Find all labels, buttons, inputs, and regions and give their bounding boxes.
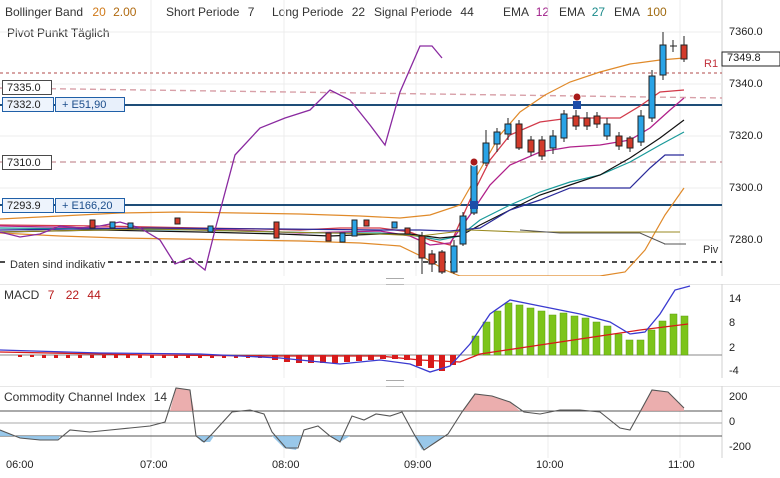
cci-tick-200: 200 — [729, 391, 748, 403]
macd-tick-2: 2 — [729, 342, 736, 354]
time-tick-1100: 11:00 — [668, 459, 695, 471]
r1-label: R1 — [704, 58, 719, 70]
entry-marker-icon[interactable] — [469, 157, 479, 167]
price-tick-7360: 7360.0 — [729, 26, 763, 38]
price-tick-7300: 7300.0 — [729, 182, 763, 194]
ema-27-line — [0, 131, 685, 241]
ema-12-line — [0, 97, 685, 246]
position-pl-7332[interactable]: + E51,90 — [55, 97, 125, 112]
signal-line — [0, 154, 684, 232]
macd-chart-svg — [0, 284, 780, 378]
position-tag-7293[interactable]: 7293.9 — [2, 198, 54, 213]
position-pl-7293[interactable]: + E166,20 — [55, 198, 125, 213]
order-tag-7310[interactable]: 7310.0 — [2, 155, 52, 170]
piv-label: Piv — [703, 244, 719, 256]
time-tick-0700: 07:00 — [140, 459, 168, 471]
macd-label[interactable]: MACD 7 22 44 — [4, 288, 101, 302]
price-tick-7320: 7320.0 — [729, 130, 763, 142]
price-chart-svg — [0, 0, 780, 276]
macd-tick-8: 8 — [729, 317, 736, 329]
price-tick-7280: 7280.0 — [729, 234, 763, 246]
price-tick-7340: 7340.0 — [729, 78, 763, 90]
position-tag-7332[interactable]: 7332.0 — [2, 97, 54, 112]
candlesticks — [89, 32, 688, 274]
time-tick-1000: 10:00 — [536, 459, 564, 471]
order-tag-7335[interactable]: 7335.0 — [2, 80, 52, 95]
time-tick-0600: 06:00 — [6, 459, 34, 471]
price-pane[interactable]: 7360.0 7340.0 7320.0 7300.0 7280.0 7349.… — [0, 0, 780, 276]
time-tick-0900: 09:00 — [404, 459, 432, 471]
cci-tick-0: 0 — [729, 416, 736, 428]
bollinger-upper-line — [0, 57, 685, 220]
macd-tick-14: 14 — [729, 293, 742, 305]
entry-marker-icon-2[interactable] — [572, 92, 582, 102]
time-tick-0800: 08:00 — [272, 459, 300, 471]
indicative-notice: Daten sind indikativ — [8, 259, 108, 271]
macd-tick-neg4: -4 — [729, 365, 739, 377]
current-price-label: 7349.8 — [727, 52, 761, 64]
cci-label[interactable]: Commodity Channel Index 14 — [4, 390, 167, 404]
position-marker-icon-2[interactable] — [573, 101, 581, 109]
cci-pane[interactable]: Commodity Channel Index 14 200 0 -200 — [0, 386, 780, 458]
short-avg-line — [0, 89, 685, 246]
macd-pane[interactable]: MACD 7 22 44 14 8 2 -4 — [0, 284, 780, 378]
cci-tick-neg200: -200 — [729, 441, 752, 453]
position-marker-icon[interactable] — [470, 201, 478, 209]
